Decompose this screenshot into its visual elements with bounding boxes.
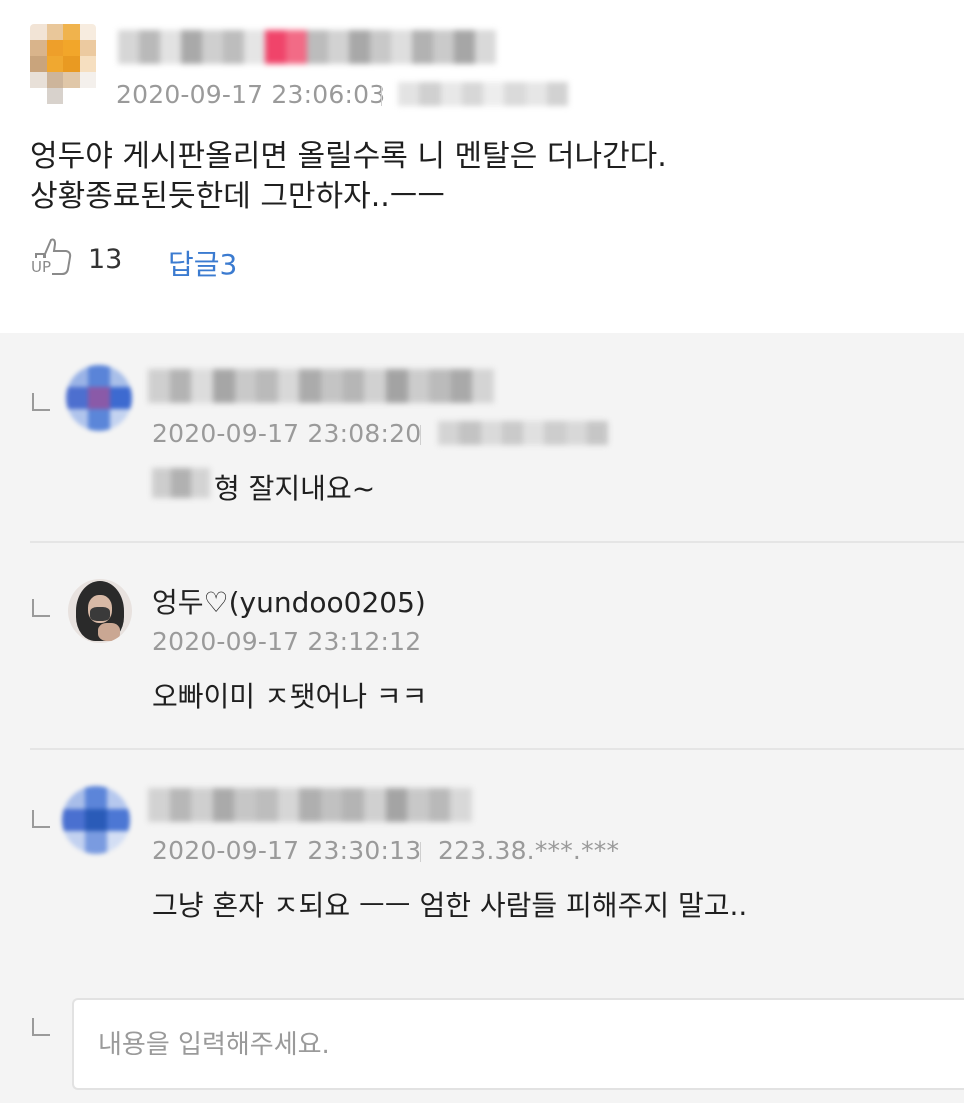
reply-indent-icon (32, 599, 50, 617)
comment-text-line-1: 엉두야 게시판올리면 올릴수록 니 멘탈은 더나간다. (30, 139, 667, 174)
reply-count-link[interactable]: 답글3 (168, 243, 237, 283)
reply-input-box[interactable] (72, 998, 964, 1090)
meta-separator (420, 842, 421, 862)
reply-text: 그냥 혼자 ㅈ되요 ㅡㅡ 엄한 사람들 피해주지 말고.. (152, 889, 748, 922)
mentioned-name-redacted (152, 468, 210, 498)
comment-text-line-2: 상황종료된듯한데 그만하자..ㅡㅡ (30, 179, 446, 214)
avatar[interactable] (66, 365, 132, 431)
ip-address-redacted (438, 421, 608, 445)
avatar-hand (98, 623, 120, 641)
author-name-redacted[interactable] (118, 30, 496, 64)
reply-item: 2020-09-17 23:08:20 형 잘지내요~ (0, 333, 964, 541)
reply-author[interactable]: 엉두♡(yundoo0205) (152, 581, 426, 621)
reply-indent-icon (32, 1018, 50, 1036)
reply-text: 형 잘지내요~ (214, 472, 376, 505)
reply-text: 오빠이미 ㅈ됏어나 ㅋㅋ (152, 680, 428, 713)
reply-item: 엉두♡(yundoo0205) 2020-09-17 23:12:12 오빠이미… (0, 543, 964, 748)
ip-address-redacted (398, 82, 568, 106)
reply-ip: 223.38.***.*** (438, 836, 620, 865)
reply-item: 2020-09-17 23:30:13 223.38.***.*** 그냥 혼자… (0, 750, 964, 970)
meta-separator (420, 425, 421, 445)
reply-timestamp: 2020-09-17 23:30:13 (152, 836, 422, 865)
author-name-redacted[interactable] (148, 369, 494, 403)
comment: 2020-09-17 23:06:03 엉두야 게시판올리면 올릴수록 니 멘탈… (0, 0, 964, 333)
author-name-redacted[interactable] (148, 788, 472, 822)
reply-indent-icon (32, 393, 50, 411)
reply-timestamp: 2020-09-17 23:12:12 (152, 627, 422, 656)
reply-indent-icon (32, 810, 50, 828)
meta-separator (381, 86, 382, 106)
up-label: UP (30, 258, 53, 276)
reply-input[interactable] (96, 1024, 920, 1066)
up-count: 13 (88, 244, 123, 275)
avatar[interactable] (30, 24, 96, 104)
comment-timestamp: 2020-09-17 23:06:03 (116, 80, 386, 109)
avatar[interactable] (68, 579, 132, 643)
avatar[interactable] (62, 786, 130, 854)
avatar-mask (90, 607, 110, 621)
reply-timestamp: 2020-09-17 23:08:20 (152, 419, 422, 448)
up-button[interactable]: UP 13 (28, 232, 128, 282)
